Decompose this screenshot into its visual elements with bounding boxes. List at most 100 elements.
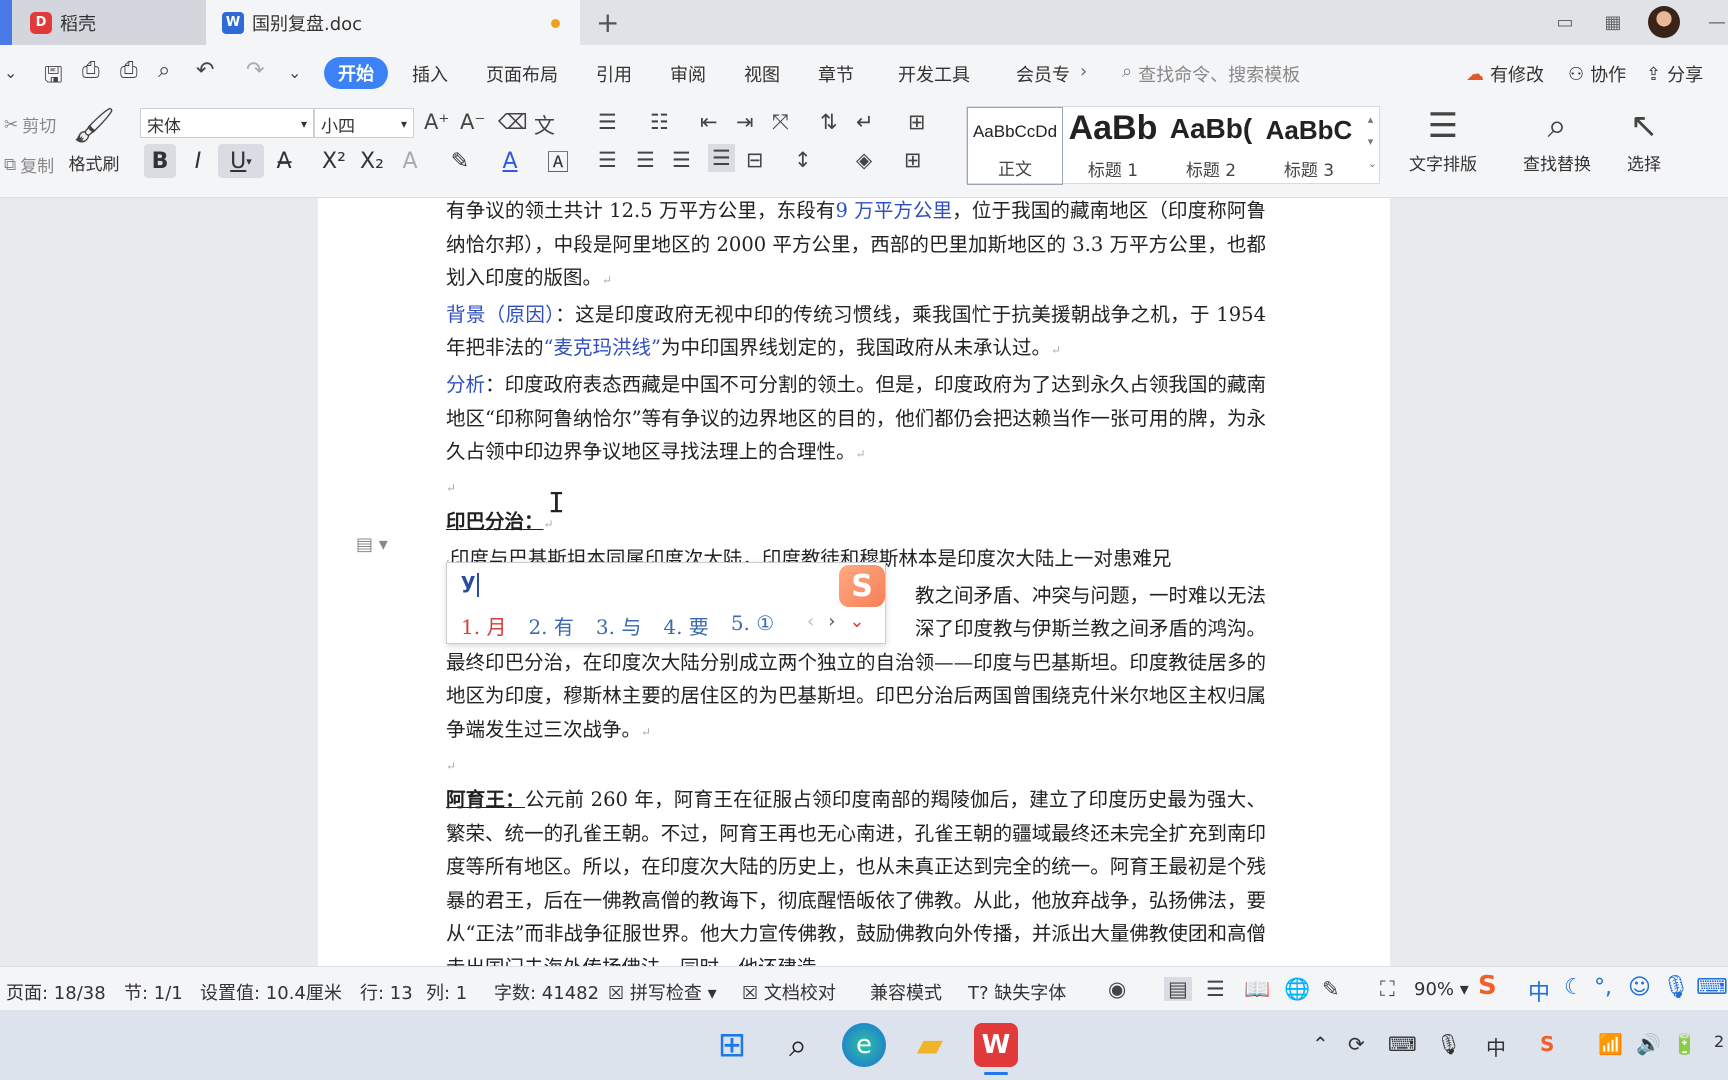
new-tab-plus-icon[interactable]: + [596,6,619,39]
menu-more-chevron-icon[interactable]: › [1080,61,1087,82]
outline-view-icon[interactable]: ☰ [1206,977,1225,1001]
highlight-button[interactable]: ✎ [444,144,476,178]
pen-icon[interactable]: ✎ [1322,977,1340,1001]
file-explorer-icon[interactable]: ▰ [908,1023,952,1067]
collapse-chevron-icon[interactable]: ⌄ [4,63,17,82]
numbered-list-icon[interactable]: ☷ [650,110,669,134]
justify-icon[interactable]: ☰ [708,144,735,172]
line-spacing-icon[interactable]: ↕ [794,148,812,172]
menu-chapter[interactable]: 章节 [818,61,854,87]
style-scroll-arrows-icon[interactable]: ▴ ▾ ⌄ [1368,109,1377,175]
shading-icon[interactable]: ◈ [856,148,872,172]
keyboard-tray-icon[interactable]: ⌨ [1388,1032,1417,1056]
align-center-icon[interactable]: ☰ [636,148,655,172]
copy-button[interactable]: ⧉ 复制 [4,152,54,178]
command-search[interactable]: ⌕ 查找命令、搜索模板 [1122,61,1300,87]
status-word-count[interactable]: 字数: 41482 [494,979,599,1005]
text-effect-button[interactable]: A [394,144,426,178]
style-heading-2[interactable]: AaBb( 标题 2 [1163,107,1259,185]
ime-lang-icon[interactable]: 中 [1528,975,1550,1007]
ime-candidate[interactable]: 3. 与 [596,611,641,640]
export-icon[interactable]: ⎙ [82,58,100,83]
menu-references[interactable]: 引用 [596,61,632,87]
style-normal[interactable]: AaBbCcDd 正文 [967,107,1063,185]
user-avatar[interactable] [1648,6,1680,38]
page-view-mode-icon[interactable]: ▤ [1164,977,1192,1001]
clear-format-icon[interactable]: ⌫ [498,110,528,134]
text-layout-button[interactable]: ☰ 文字排版 [1398,106,1488,175]
missing-font-button[interactable]: T? 缺失字体 [968,979,1066,1005]
customize-quick-access-icon[interactable]: ⌄ [288,63,301,82]
sogou-tray-icon[interactable]: S [1540,1032,1554,1056]
has-changes-button[interactable]: ☁ 有修改 [1466,61,1544,87]
align-right-icon[interactable]: ☰ [672,148,691,172]
status-row[interactable]: 行: 13 [360,979,413,1005]
ime-candidate[interactable]: 1. 月 [461,611,506,640]
tray-overflow-icon[interactable]: ⌃ [1312,1032,1329,1056]
paragraph-layout-icon[interactable]: ▤ ▾ [356,534,388,555]
battery-icon[interactable]: 🔋 [1672,1032,1697,1056]
status-section[interactable]: 节: 1/1 [124,979,183,1005]
grid-apps-icon[interactable]: ▦ [1596,10,1630,34]
menu-insert[interactable]: 插入 [412,61,448,87]
emoji-icon[interactable]: ☺ [1628,975,1651,1000]
undo-icon[interactable]: ↶ [196,58,214,83]
sort-icon[interactable]: ⇅ [820,110,838,134]
save-icon[interactable]: 🖫 [44,58,63,96]
ime-candidate[interactable]: 5. ① [731,611,774,640]
wps-office-icon[interactable]: W [974,1023,1018,1067]
redo-icon[interactable]: ↷ [246,58,264,83]
volume-icon[interactable]: 🔊 [1636,1032,1661,1056]
phonetic-guide-icon[interactable]: 文 [534,110,555,140]
collaborate-button[interactable]: ⚇ 协作 [1568,61,1626,87]
menu-review[interactable]: 审阅 [670,61,706,87]
punctuation-icon[interactable]: °, [1594,975,1612,1000]
bullet-list-icon[interactable]: ☰ [598,110,617,134]
ime-prev-icon[interactable]: ‹ [807,611,814,632]
distributed-icon[interactable]: ⊟ [746,148,764,172]
zoom-level[interactable]: 90% ▾ [1414,979,1469,1000]
font-color-button[interactable]: A [494,144,526,178]
page-view-icon[interactable]: ▭ [1548,10,1582,34]
underline-button[interactable]: U ▾ [218,144,264,178]
bold-button[interactable]: B [144,144,176,178]
taskbar-search-icon[interactable]: ⌕ [776,1023,820,1067]
doc-proof-button[interactable]: ☒ 文档校对 [742,979,836,1005]
italic-button[interactable]: I [182,144,214,178]
style-heading-1[interactable]: AaBb 标题 1 [1065,107,1161,185]
menu-developer[interactable]: 开发工具 [898,61,970,87]
menu-page-layout[interactable]: 页面布局 [486,61,558,87]
status-position[interactable]: 设置值: 10.4厘米 [200,979,342,1005]
table-borders-icon[interactable]: ⊞ [908,110,926,134]
print-preview-icon[interactable]: ⌕ [158,58,170,83]
tab-document[interactable]: W 国别复盘.doc [206,0,580,45]
eye-protection-icon[interactable]: ◉ [1108,977,1126,1001]
fit-page-icon[interactable]: ⛶ [1380,977,1395,1002]
superscript-button[interactable]: X² [318,144,350,178]
keyboard-icon[interactable]: ⌨ [1696,975,1728,1000]
status-page[interactable]: 页面: 18/38 [6,979,106,1005]
edge-browser-icon[interactable]: e [842,1023,886,1067]
sogou-ime-icon[interactable]: S [1478,971,1497,1001]
style-heading-3[interactable]: AaBbC 标题 3 [1261,107,1357,185]
tab-daoke[interactable]: D 稻壳 [0,0,206,45]
font-name-select[interactable]: 宋体 ▾ [140,108,314,138]
print-icon[interactable]: ⎙ [120,58,138,83]
ime-candidate[interactable]: 2. 有 [528,611,573,640]
ime-candidate[interactable]: 4. 要 [663,611,708,640]
show-marks-icon[interactable]: ↵ [856,110,874,134]
select-button[interactable]: ↖ 选择 [1614,106,1674,175]
web-view-icon[interactable]: 🌐 [1284,977,1310,1002]
status-col[interactable]: 列: 1 [426,979,467,1005]
ime-candidate-window[interactable]: y S 1. 月 2. 有 3. 与 4. 要 5. ① ‹ › ⌄ [446,562,886,644]
decrease-indent-icon[interactable]: ⇤ [700,110,718,134]
format-painter-button[interactable]: 🖌 格式刷 [66,106,122,175]
moon-icon[interactable]: ☾ [1564,975,1584,1000]
share-button[interactable]: ⇪ 分享 [1646,61,1703,87]
ime-expand-icon[interactable]: ⌄ [849,611,864,632]
menu-view[interactable]: 视图 [744,61,780,87]
menu-start[interactable]: 开始 [324,57,388,89]
clock[interactable]: 2 [1714,1032,1724,1051]
reading-view-icon[interactable]: 📖 [1244,977,1270,1002]
windows-start-icon[interactable]: ⊞ [710,1023,754,1067]
